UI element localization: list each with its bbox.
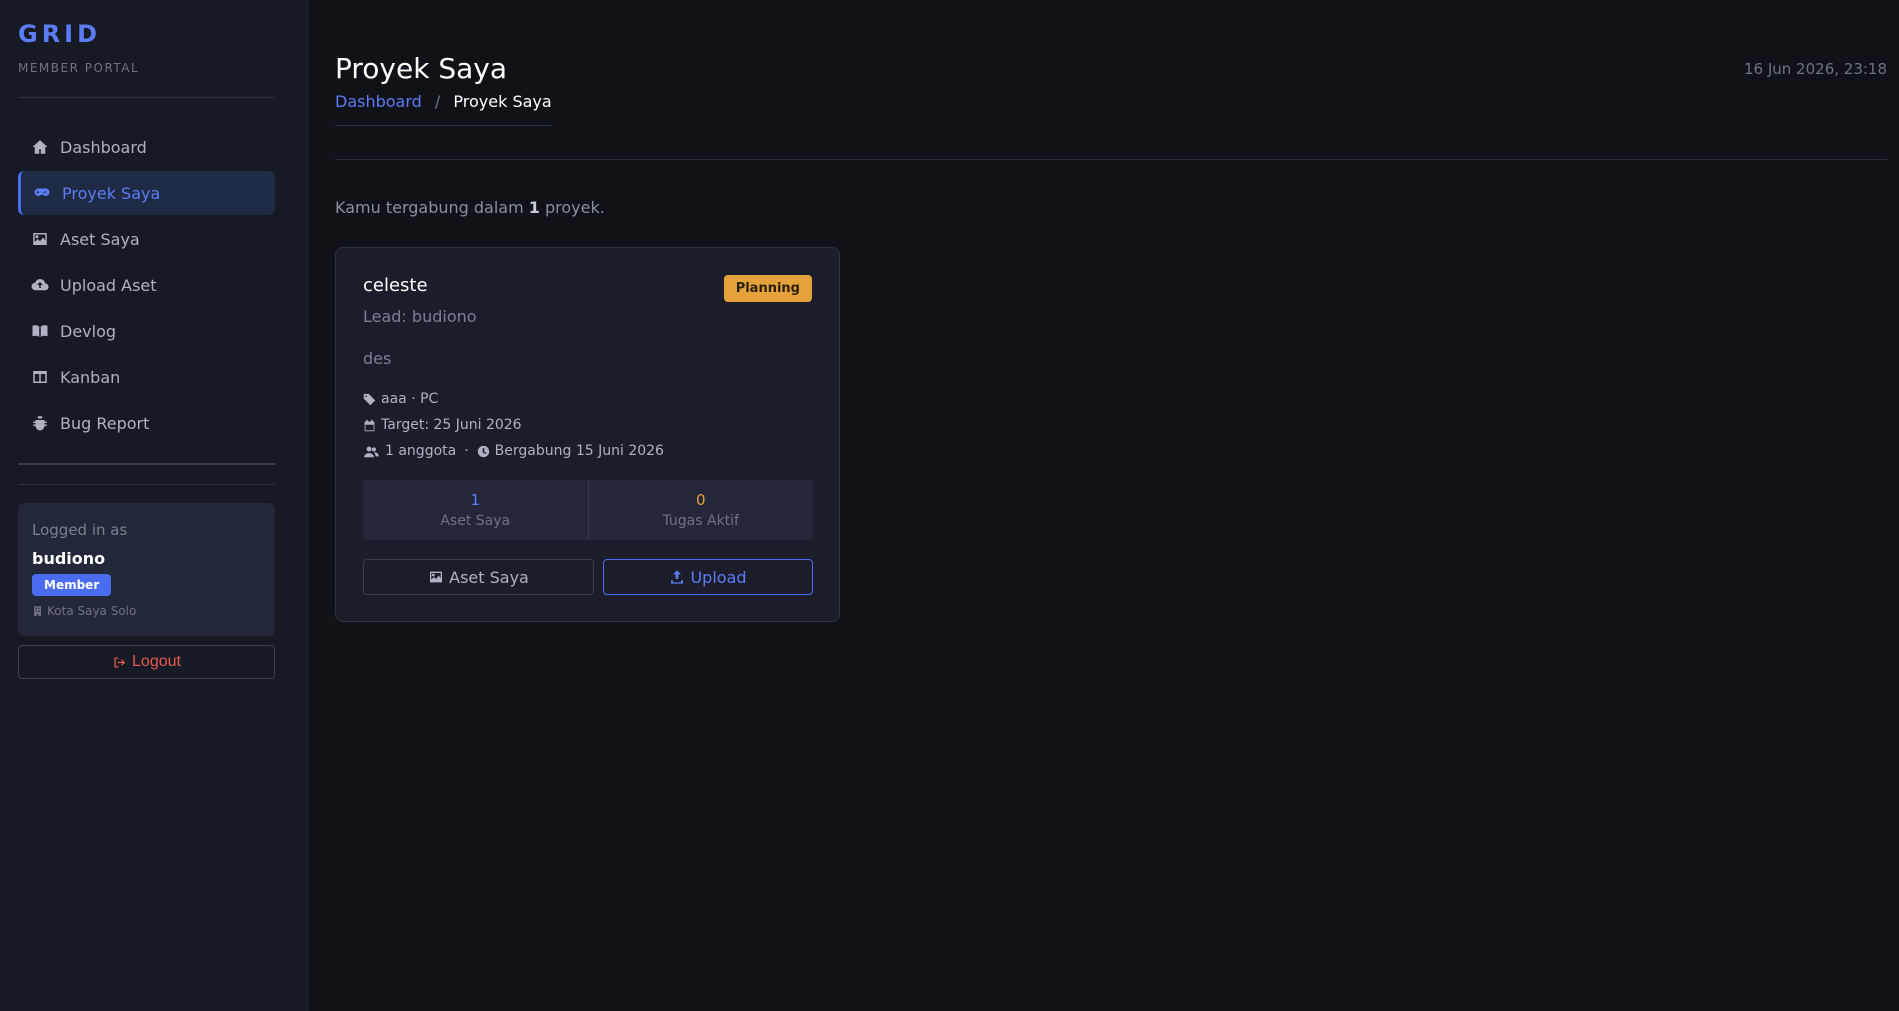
project-lead: Lead: budiono	[363, 307, 477, 326]
sidebar-item-devlog[interactable]: Devlog	[18, 309, 275, 353]
brand-subtitle: MEMBER PORTAL	[18, 61, 140, 75]
breadcrumb-dashboard-link[interactable]: Dashboard	[335, 92, 422, 111]
logout-label: Logout	[132, 653, 181, 670]
home-icon	[30, 137, 50, 157]
logged-in-label: Logged in as	[32, 521, 128, 539]
image-icon	[430, 571, 443, 583]
clock-icon	[477, 445, 489, 457]
meta-separator: ·	[464, 443, 469, 459]
breadcrumb-current: Proyek Saya	[453, 92, 552, 111]
current-datetime: 16 Jun 2026, 23:18	[1744, 60, 1887, 78]
stat-value: 0	[695, 491, 706, 509]
sidebar-divider	[18, 97, 275, 98]
stat-value: 1	[470, 491, 481, 509]
sidebar-item-label: Dashboard	[60, 137, 147, 157]
project-target: Target: 25 Juni 2026	[381, 417, 522, 433]
project-tags: aaa · PC	[381, 391, 439, 407]
project-joined: Bergabung 15 Juni 2026	[494, 443, 664, 459]
project-members-row: 1 anggota · Bergabung 15 Juni 2026	[363, 443, 664, 459]
user-city: Kota Saya Solo	[32, 604, 261, 618]
page-title: Proyek Saya	[335, 52, 507, 85]
sidebar-divider	[18, 484, 275, 485]
breadcrumb-separator: /	[434, 92, 441, 111]
project-stats: 1 Aset Saya 0 Tugas Aktif	[363, 480, 813, 540]
upload-button-label: Upload	[690, 567, 747, 587]
image-icon	[30, 229, 50, 249]
status-badge: Planning	[723, 275, 812, 302]
bug-icon	[30, 413, 50, 433]
columns-icon	[30, 367, 50, 387]
stat-tugas-aktif: 0 Tugas Aktif	[587, 480, 814, 540]
sidebar-item-label: Proyek Saya	[62, 183, 161, 203]
summary-suffix: proyek.	[539, 198, 605, 217]
sidebar-item-bug-report[interactable]: Bug Report	[18, 401, 275, 445]
stat-label: Aset Saya	[440, 513, 511, 529]
user-card: Logged in as budiono Member Kota Saya So…	[18, 503, 275, 636]
upload-icon	[671, 570, 684, 584]
project-description: des	[363, 349, 392, 368]
users-icon	[364, 446, 379, 457]
sidebar-item-label: Aset Saya	[60, 229, 140, 249]
project-card: celeste Planning Lead: budiono des aaa ·…	[335, 247, 840, 622]
sidebar-item-kanban[interactable]: Kanban	[18, 355, 275, 399]
project-count: 1	[528, 198, 540, 217]
project-target-row: Target: 25 Juni 2026	[363, 417, 522, 433]
calendar-icon	[364, 419, 375, 431]
username: budiono	[32, 549, 106, 568]
sidebar-item-label: Bug Report	[60, 413, 150, 433]
sidebar-item-dashboard[interactable]: Dashboard	[18, 125, 275, 169]
header-divider	[335, 159, 1887, 160]
sign-out-icon	[114, 657, 126, 667]
main-content: Proyek Saya Dashboard / Proyek Saya 16 J…	[309, 0, 1899, 1011]
project-tags-row: aaa · PC	[363, 391, 438, 407]
tag-icon	[363, 393, 376, 405]
sidebar-nav: Dashboard Proyek Saya Aset Saya Upload A…	[18, 125, 275, 447]
cloud-upload-icon	[30, 275, 50, 295]
aset-saya-button[interactable]: Aset Saya	[363, 559, 594, 595]
project-summary: Kamu tergabung dalam 1 proyek.	[335, 198, 605, 217]
gamepad-icon	[32, 183, 52, 203]
project-name: celeste	[363, 275, 428, 296]
sidebar-divider	[18, 463, 275, 465]
sidebar: GRID MEMBER PORTAL Dashboard Proyek Saya…	[0, 0, 308, 1011]
sidebar-item-label: Devlog	[60, 321, 117, 341]
sidebar-item-label: Kanban	[60, 367, 121, 387]
upload-button[interactable]: Upload	[603, 559, 813, 595]
sidebar-item-aset-saya[interactable]: Aset Saya	[18, 217, 275, 261]
summary-prefix: Kamu tergabung dalam	[335, 198, 529, 217]
sidebar-item-upload-aset[interactable]: Upload Aset	[18, 263, 275, 307]
stat-label: Tugas Aktif	[662, 513, 739, 529]
user-city-label: Kota Saya Solo	[47, 604, 137, 618]
sidebar-item-label: Upload Aset	[60, 275, 157, 295]
sidebar-item-proyek-saya[interactable]: Proyek Saya	[18, 171, 275, 215]
brand-logo[interactable]: GRID	[18, 20, 101, 48]
aset-saya-button-label: Aset Saya	[449, 567, 529, 587]
building-icon	[34, 606, 41, 616]
book-icon	[30, 321, 50, 341]
role-badge: Member	[32, 574, 112, 596]
project-members: 1 anggota	[385, 443, 457, 459]
logout-button[interactable]: Logout	[18, 645, 275, 679]
stat-aset-saya: 1 Aset Saya	[363, 480, 588, 540]
breadcrumb: Dashboard / Proyek Saya	[335, 92, 552, 126]
